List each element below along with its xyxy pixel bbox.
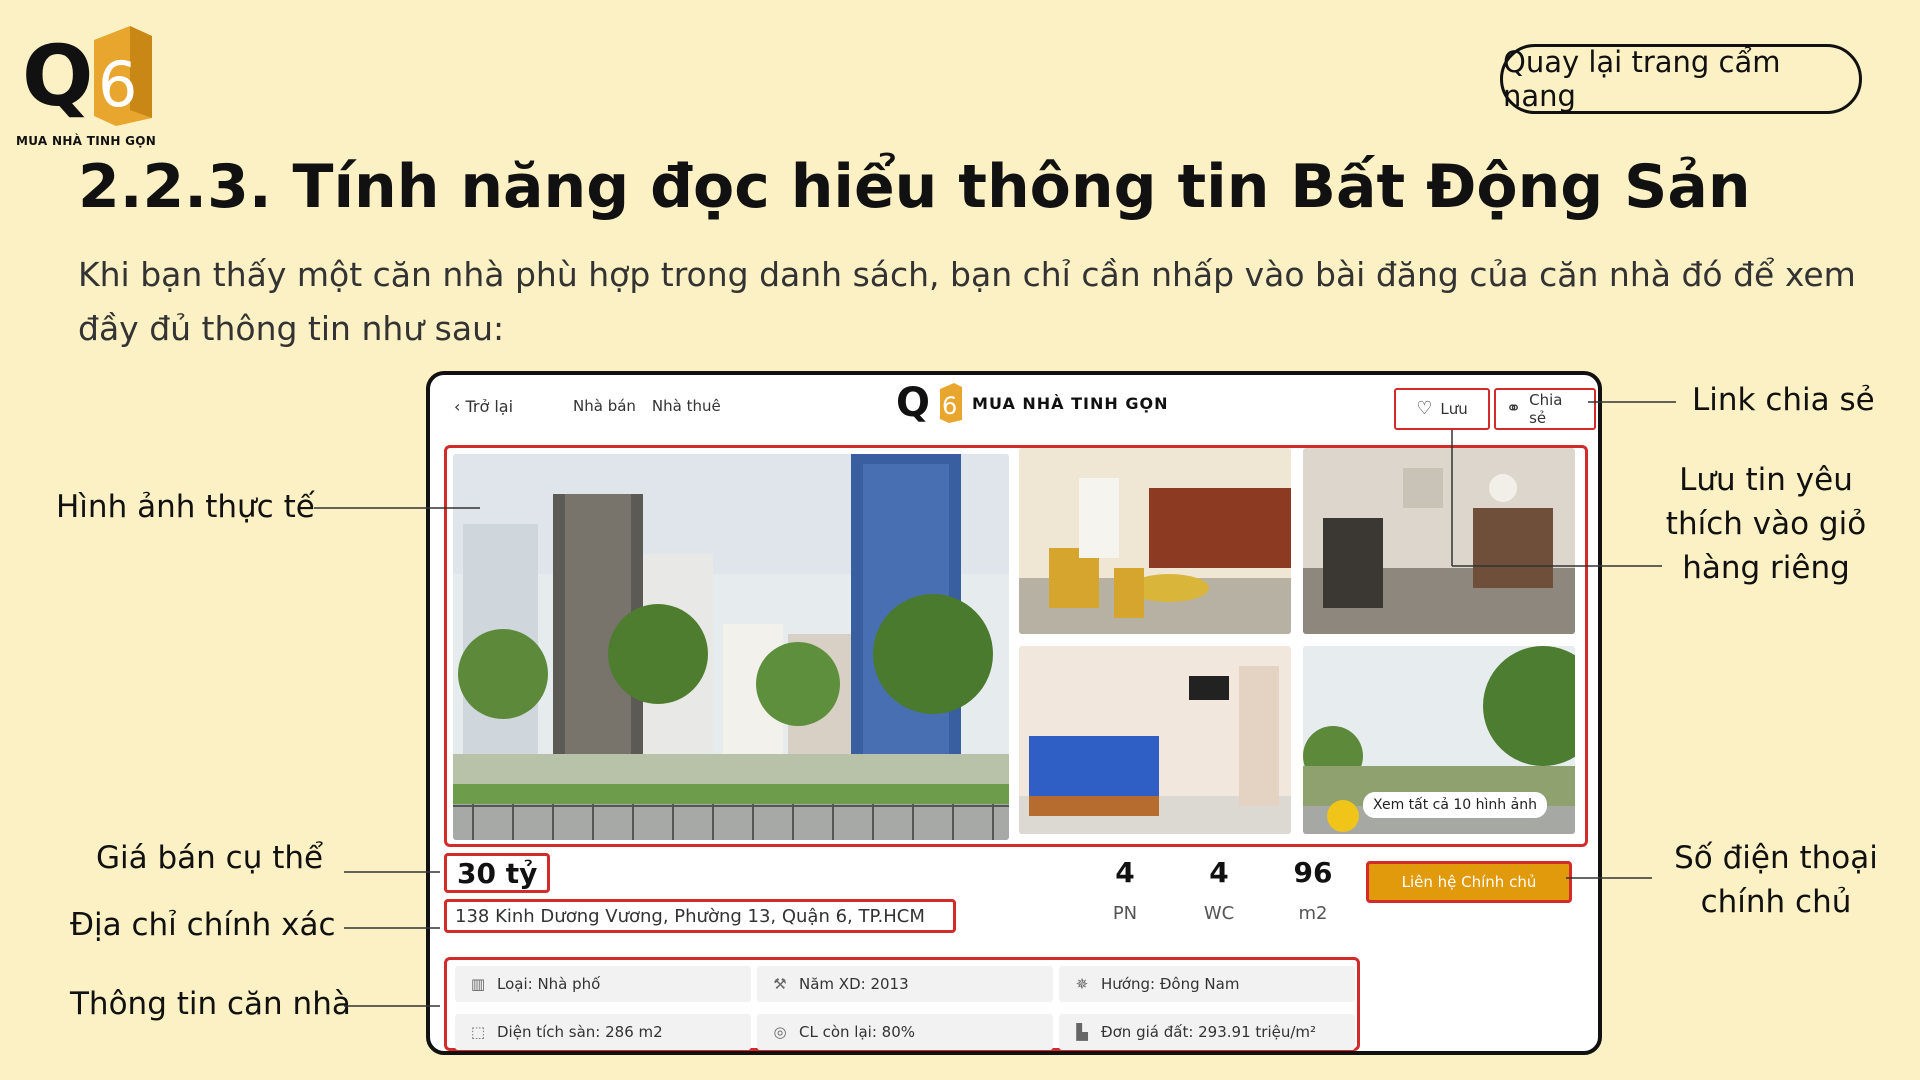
logo-letter-q: Q xyxy=(22,27,94,125)
stat-bedrooms-label: PN xyxy=(1112,903,1138,924)
annotation-address: Địa chỉ chính xác xyxy=(70,907,336,943)
main-photo-street[interactable] xyxy=(453,454,1009,840)
annotation-photos: Hình ảnh thực tế xyxy=(56,489,315,525)
page-description: Khi bạn thấy một căn nhà phù hợp trong d… xyxy=(78,255,1856,348)
stat-area-label: m2 xyxy=(1298,903,1328,924)
mockup-logo-q: Q xyxy=(896,380,931,426)
stat-bedrooms: 4 PN xyxy=(1090,853,1160,924)
mockup-back-label: Trở lại xyxy=(465,397,514,416)
chart-icon: ▙ xyxy=(1076,1023,1088,1041)
mockup-nav: Nhà bán Nhà thuê xyxy=(573,397,721,415)
listing-price: 30 tỷ xyxy=(444,853,551,893)
share-button[interactable]: ⚭ Chia sẻ xyxy=(1494,388,1596,430)
listing-address: 138 Kinh Dương Vương, Phường 13, Quận 6,… xyxy=(444,899,956,933)
photo-kitchen[interactable] xyxy=(1019,448,1291,634)
link-icon: ⚭ xyxy=(1506,398,1522,419)
spec-type-text: Loại: Nhà phố xyxy=(497,975,601,993)
house-specs: ▥ Loại: Nhà phố ⚒ Năm XD: 2013 ✵ Hướng: … xyxy=(444,957,1360,1051)
spec-direction-text: Hướng: Đông Nam xyxy=(1101,975,1240,993)
spec-floor-area: ⬚ Diện tích sàn: 286 m2 xyxy=(455,1014,751,1050)
photo-gallery: Xem tất cả 10 hình ảnh xyxy=(444,445,1588,847)
hammer-icon: ⚒ xyxy=(773,975,787,993)
heart-icon: ♡ xyxy=(1416,398,1433,419)
share-label: Chia sẻ xyxy=(1529,391,1563,427)
save-button[interactable]: ♡ Lưu xyxy=(1394,388,1490,430)
annotation-price: Giá bán cụ thể xyxy=(96,840,324,876)
quality-icon: ◎ xyxy=(773,1023,787,1041)
annotation-save-favorite: Lưu tin yêu thích vào giỏ hàng riêng xyxy=(1665,462,1867,586)
nav-item-nha-ban[interactable]: Nhà bán xyxy=(573,397,636,415)
stat-area-value: 96 xyxy=(1293,856,1333,889)
mockup-logo-digit: 6 xyxy=(942,392,957,420)
area-icon: ⬚ xyxy=(470,1023,486,1041)
back-to-guide-button[interactable]: Quay lại trang cẩm nang xyxy=(1500,44,1862,114)
annotation-house-info: Thông tin căn nhà xyxy=(70,986,351,1022)
stat-bathrooms-value: 4 xyxy=(1209,856,1229,889)
mockup-header: ‹ Trở lại Nhà bán Nhà thuê Q 6 MUA NHÀ T… xyxy=(430,375,1598,441)
nav-item-nha-thue[interactable]: Nhà thuê xyxy=(652,397,721,415)
contact-owner-button[interactable]: Liên hệ Chính chủ xyxy=(1366,861,1572,903)
annotation-share-link: Link chia sẻ xyxy=(1692,382,1875,418)
mockup-back-link[interactable]: ‹ Trở lại xyxy=(454,397,513,416)
spec-year-text: Năm XD: 2013 xyxy=(799,975,909,993)
photo-bedroom[interactable] xyxy=(1019,646,1291,834)
logo-cube-icon: 6 xyxy=(94,26,152,126)
logo-tagline: MUA NHÀ TINH GỌN xyxy=(16,134,157,148)
spec-quality: ◎ CL còn lại: 80% xyxy=(757,1014,1053,1050)
q6-logo: Q 6 MUA NHÀ TINH GỌN xyxy=(16,26,156,148)
spec-land-price-text: Đơn giá đất: 293.91 triệu/m² xyxy=(1101,1023,1317,1041)
mockup-logo-text: MUA NHÀ TINH GỌN xyxy=(972,393,1169,413)
page-title: 2.2.3. Tính năng đọc hiểu thông tin Bất … xyxy=(78,152,1751,222)
compass-icon: ✵ xyxy=(1075,975,1089,993)
stat-bedrooms-value: 4 xyxy=(1115,856,1135,889)
spec-year: ⚒ Năm XD: 2013 xyxy=(757,966,1053,1002)
spec-type: ▥ Loại: Nhà phố xyxy=(455,966,751,1002)
stat-bathrooms: 4 WC xyxy=(1184,853,1254,924)
photo-living-room[interactable] xyxy=(1303,448,1575,634)
logo-digit: 6 xyxy=(98,48,137,121)
see-all-photos-button[interactable]: Xem tất cả 10 hình ảnh xyxy=(1363,792,1547,818)
annotation-owner-phone: Số điện thoại chính chủ xyxy=(1674,840,1878,920)
spec-land-price: ▙ Đơn giá đất: 293.91 triệu/m² xyxy=(1059,1014,1355,1050)
stat-area: 96 m2 xyxy=(1278,853,1348,924)
building-icon: ▥ xyxy=(470,975,486,993)
spec-floor-area-text: Diện tích sàn: 286 m2 xyxy=(497,1023,663,1041)
save-label: Lưu xyxy=(1440,400,1468,418)
spec-direction: ✵ Hướng: Đông Nam xyxy=(1059,966,1355,1002)
mockup-logo[interactable]: Q 6 MUA NHÀ TINH GỌN xyxy=(896,383,1168,423)
stat-bathrooms-label: WC xyxy=(1203,903,1235,924)
listing-mockup: ‹ Trở lại Nhà bán Nhà thuê Q 6 MUA NHÀ T… xyxy=(426,371,1602,1055)
spec-quality-text: CL còn lại: 80% xyxy=(799,1023,915,1041)
mockup-logo-cube-icon: 6 xyxy=(940,383,963,423)
